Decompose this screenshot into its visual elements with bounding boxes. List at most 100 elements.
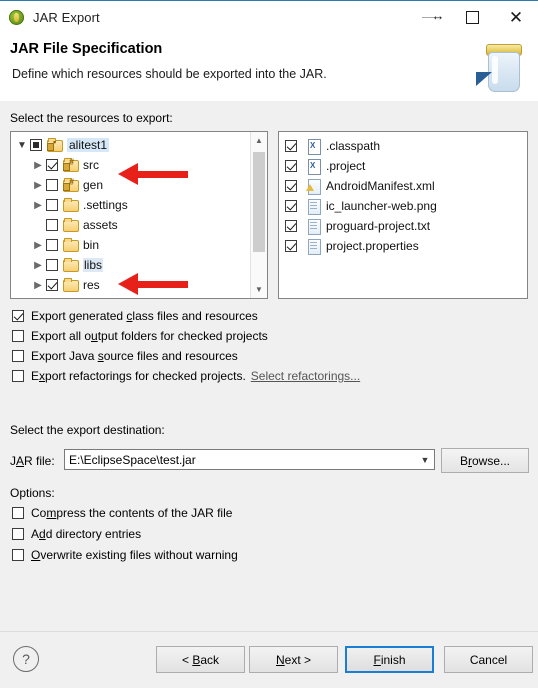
checkbox[interactable]: [12, 330, 24, 342]
export-option-1[interactable]: Export all output folders for checked pr…: [12, 329, 268, 343]
jar-export-icon: [9, 9, 25, 26]
export-option-3[interactable]: Export refactorings for checked projects…: [12, 369, 360, 383]
tree-item-alitest1[interactable]: ▼ ▪ alitest1: [14, 135, 267, 155]
help-icon[interactable]: ?: [13, 646, 39, 672]
resource-tree[interactable]: ▼ ▪ alitest1 ▶ # src ▶ # gen ▶ .settings assets ▶ bin…: [10, 131, 268, 299]
tree-item-label: bin: [83, 238, 100, 252]
page-title: JAR File Specification: [10, 41, 163, 57]
close-icon[interactable]: ✕: [494, 1, 538, 34]
tree-item-label: libs: [83, 258, 104, 272]
destination-label: Select the export destination:: [10, 423, 165, 437]
options-label: Options:: [10, 486, 55, 500]
tree-item-assets[interactable]: assets: [14, 215, 267, 235]
checkbox[interactable]: [46, 279, 58, 291]
export-option-2[interactable]: Export Java source files and resources: [12, 349, 238, 363]
select-refactorings-link[interactable]: Select refactorings...: [251, 369, 360, 383]
twisty-collapsed-icon[interactable]: ▶: [30, 180, 46, 191]
checkbox[interactable]: [46, 239, 58, 251]
export-option-label: Export refactorings for checked projects…: [31, 369, 246, 383]
checkbox[interactable]: [46, 259, 58, 271]
twisty-expanded-icon[interactable]: ▼: [14, 140, 30, 151]
twisty-collapsed-icon[interactable]: ▶: [30, 280, 46, 291]
checkbox[interactable]: [285, 140, 297, 152]
tree-item-src[interactable]: ▶ # src: [14, 155, 267, 175]
tree-item-label: gen: [83, 178, 104, 192]
jar-option-0[interactable]: Compress the contents of the JAR file: [12, 506, 232, 520]
checkbox[interactable]: [46, 159, 58, 171]
file-item-proguard-project-txt[interactable]: proguard-project.txt: [285, 216, 527, 236]
window-title: JAR Export: [33, 10, 100, 25]
browse-button[interactable]: Br owse...: [441, 448, 529, 473]
scrollbar-thumb[interactable]: [253, 152, 265, 252]
maximize-icon[interactable]: [450, 1, 494, 34]
folder-icon: [62, 218, 79, 232]
checkbox[interactable]: [285, 240, 297, 252]
twisty-collapsed-icon[interactable]: ▶: [30, 160, 46, 171]
tree-item-dot-settings[interactable]: ▶ .settings: [14, 195, 267, 215]
checkbox[interactable]: [285, 220, 297, 232]
checkbox[interactable]: [285, 200, 297, 212]
tree-scrollbar[interactable]: ▲ ▼: [250, 132, 267, 298]
tree-item-label: src: [83, 158, 99, 172]
page-subtitle: Define which resources should be exporte…: [12, 67, 327, 81]
checkbox[interactable]: [12, 370, 24, 382]
chevron-down-icon[interactable]: ▼: [251, 281, 267, 298]
checkbox[interactable]: [12, 528, 24, 540]
checkbox[interactable]: [285, 180, 297, 192]
twisty-collapsed-icon[interactable]: ▶: [30, 260, 46, 271]
file-item-AndroidManifest-xml[interactable]: AndroidManifest.xml: [285, 176, 527, 196]
checkbox[interactable]: [46, 179, 58, 191]
jar-banner-icon: [476, 38, 524, 96]
dialog-footer: ? < Back Next > Finish Cancel: [0, 631, 538, 688]
button-label: Finish: [373, 652, 406, 667]
file-item-label: .classpath: [326, 139, 381, 153]
tree-item-res[interactable]: ▶ res: [14, 275, 267, 295]
jar-option-1[interactable]: Add directory entries: [12, 527, 141, 541]
next-button[interactable]: Next >: [249, 646, 338, 673]
checkbox[interactable]: [12, 549, 24, 561]
file-item-label: project.properties: [326, 239, 419, 253]
chevron-down-icon[interactable]: ▼: [416, 455, 434, 465]
twisty-collapsed-icon[interactable]: ▶: [30, 200, 46, 211]
resource-file-list[interactable]: X .classpath X .project AndroidManifest.xml i…: [278, 131, 528, 299]
tree-item-bin[interactable]: ▶ bin: [14, 235, 267, 255]
xml-file-icon: X: [305, 159, 322, 175]
jar-option-2[interactable]: Overwrite existing files without warning: [12, 548, 238, 562]
checkbox[interactable]: [12, 350, 24, 362]
button-label: Cancel: [469, 652, 508, 667]
button-label: < Back: [181, 652, 220, 667]
back-button[interactable]: < Back: [156, 646, 245, 673]
file-item-label: ic_launcher-web.png: [326, 199, 437, 213]
tree-item-libs[interactable]: ▶ libs: [14, 255, 267, 275]
jar-file-value[interactable]: E:\EclipseSpace\test.jar: [65, 453, 416, 467]
checkbox[interactable]: [30, 139, 42, 151]
twisty-collapsed-icon[interactable]: ▶: [30, 240, 46, 251]
checkbox[interactable]: [12, 310, 24, 322]
export-option-0[interactable]: Export generated class files and resourc…: [12, 309, 258, 323]
folder-icon: [62, 258, 79, 272]
file-item-dot-project[interactable]: X .project: [285, 156, 527, 176]
file-item-project-properties[interactable]: project.properties: [285, 236, 527, 256]
checkbox[interactable]: [46, 219, 58, 231]
cancel-button[interactable]: Cancel: [444, 646, 533, 673]
minimize-icon[interactable]: [406, 1, 450, 34]
tree-item-gen[interactable]: ▶ # gen: [14, 175, 267, 195]
chevron-up-icon[interactable]: ▲: [251, 132, 267, 149]
jar-file-label: JAR file:: [10, 454, 55, 468]
document-icon: [305, 239, 322, 255]
finish-button[interactable]: Finish: [345, 646, 434, 673]
export-option-label: Export generated class files and resourc…: [31, 309, 258, 323]
jar-file-input[interactable]: E:\EclipseSpace\test.jar ▼: [64, 449, 435, 470]
checkbox[interactable]: [285, 160, 297, 172]
export-option-label: Export Java source files and resources: [31, 349, 238, 363]
button-label: Next >: [275, 652, 312, 667]
android-manifest-icon: [305, 179, 322, 195]
file-item-dot-classpath[interactable]: X .classpath: [285, 136, 527, 156]
folder-icon: [62, 238, 79, 252]
checkbox[interactable]: [12, 507, 24, 519]
jar-option-label: Overwrite existing files without warning: [31, 548, 238, 562]
tree-item-label: .settings: [83, 198, 128, 212]
checkbox[interactable]: [46, 199, 58, 211]
file-item-ic-launcher-web-png[interactable]: ic_launcher-web.png: [285, 196, 527, 216]
project-icon: ▪: [46, 138, 63, 152]
